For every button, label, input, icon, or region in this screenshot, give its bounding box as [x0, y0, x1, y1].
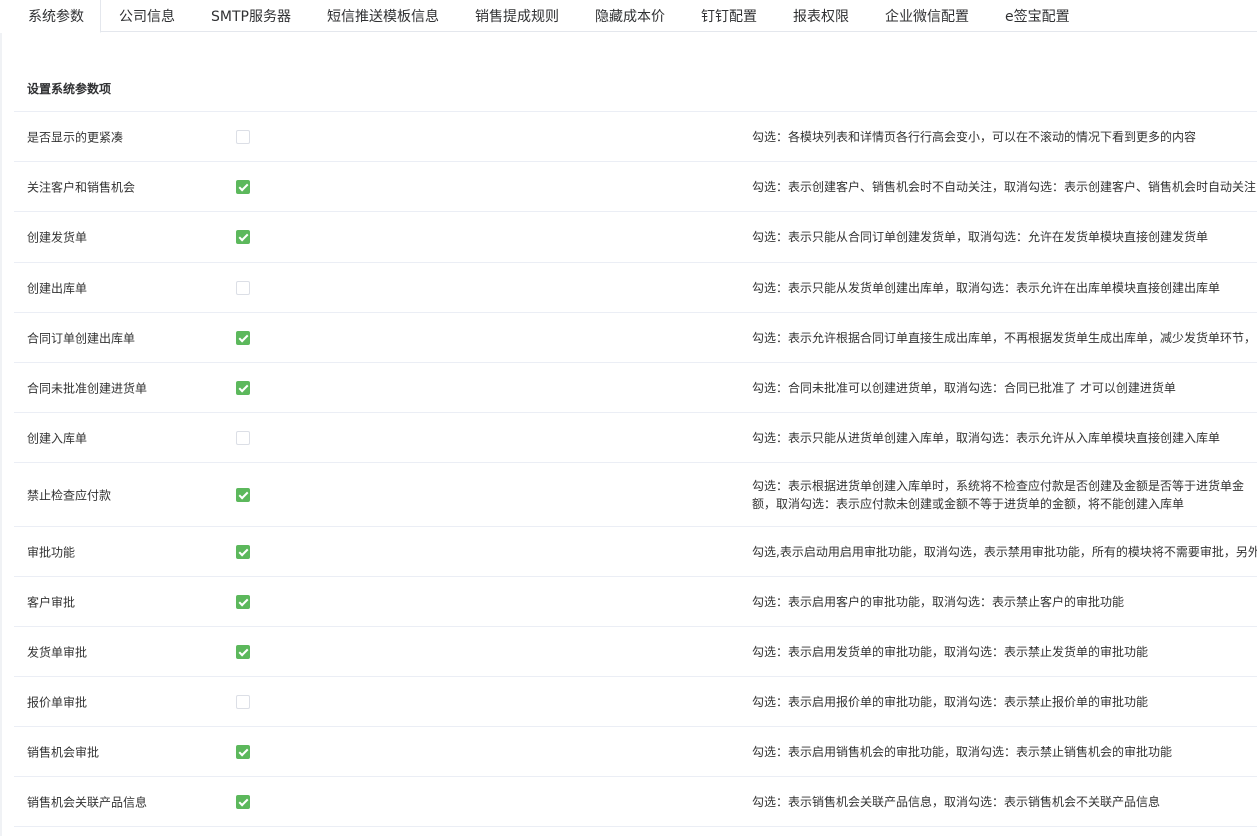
setting-label: 创建入库单 [27, 431, 88, 445]
settings-tab-bar: 系统参数 公司信息 SMTP服务器 短信推送模板信息 销售提成规则 隐藏成本价 … [0, 0, 1257, 33]
setting-label: 销售机会审批 [27, 745, 100, 759]
setting-label: 创建发货单 [27, 230, 88, 245]
setting-checkbox[interactable] [236, 330, 250, 345]
setting-label: 审批功能 [27, 545, 76, 559]
setting-row: 发货单审批 勾选：表示启用发货单的审批功能，取消勾选：表示禁止发货单的审批功能 [14, 627, 1257, 677]
setting-row: 合同未批准创建进货单 勾选：合同未批准可以创建进货单，取消勾选：合同已批准了 才… [14, 363, 1257, 413]
setting-row: 禁止检查应付款 勾选：表示根据进货单创建入库单时，系统将不检查应付款是否创建及金… [14, 463, 1257, 527]
setting-label: 销售机会关联产品信息 [27, 795, 148, 809]
setting-description: 勾选：表示只能从进货单创建入库单，取消勾选：表示允许从入库单模块直接创建入库单 [752, 430, 1221, 445]
setting-checkbox[interactable] [236, 129, 250, 144]
setting-description: 勾选：表示根据进货单创建入库单时，系统将不检查应付款是否创建及金额是否等于进货单… [752, 478, 1245, 511]
tab-smtp-server[interactable]: SMTP服务器 [193, 0, 309, 32]
setting-row: 合同订单创建出库单 勾选：表示允许根据合同订单直接生成出库单，不再根据发货单生成… [14, 313, 1257, 363]
setting-description: 勾选：合同未批准可以创建进货单，取消勾选：合同已批准了 才可以创建进货单 [752, 380, 1176, 395]
setting-label: 报价单审批 [27, 695, 88, 709]
setting-description: 勾选：表示只能从合同订单创建发货单，取消勾选：允许在发货单模块直接创建发货单 [752, 230, 1209, 244]
setting-row: 销售机会关联产品信息 勾选：表示销售机会关联产品信息，取消勾选：表示销售机会不关… [14, 777, 1257, 827]
setting-description: 勾选：表示创建客户、销售机会时不自动关注，取消勾选：表示创建客户、销售机会时自动… [752, 179, 1257, 194]
setting-description: 勾选,表示启动用启用审批功能，取消勾选，表示禁用审批功能，所有的模块将不需要审批… [752, 544, 1257, 559]
setting-checkbox[interactable] [236, 280, 250, 295]
setting-description: 勾选：表示启用客户的审批功能，取消勾选：表示禁止客户的审批功能 [752, 594, 1125, 609]
left-edge-divider [0, 0, 2, 836]
setting-label: 是否显示的更紧凑 [27, 130, 124, 144]
setting-checkbox[interactable] [236, 594, 250, 609]
setting-checkbox[interactable] [236, 487, 250, 502]
tab-company-info[interactable]: 公司信息 [101, 0, 193, 32]
setting-label: 客户审批 [27, 595, 76, 609]
setting-row: 销售机会审批 勾选：表示启用销售机会的审批功能，取消勾选：表示禁止销售机会的审批… [14, 727, 1257, 777]
setting-row: 创建发货单 勾选：表示只能从合同订单创建发货单，取消勾选：允许在发货单模块直接创… [14, 212, 1257, 263]
setting-label: 合同订单创建出库单 [27, 331, 136, 345]
setting-label: 合同未批准创建进货单 [27, 381, 148, 395]
system-settings-page: 系统参数 公司信息 SMTP服务器 短信推送模板信息 销售提成规则 隐藏成本价 … [0, 0, 1257, 836]
tab-hide-cost-price[interactable]: 隐藏成本价 [577, 0, 683, 32]
setting-checkbox[interactable] [236, 179, 250, 194]
setting-row: 创建出库单 勾选：表示只能从发货单创建出库单，取消勾选：表示允许在出库单模块直接… [14, 263, 1257, 313]
setting-description: 勾选：各模块列表和详情页各行行高会变小，可以在不滚动的情况下看到更多的内容 [752, 129, 1197, 144]
setting-description: 勾选：表示只能从发货单创建出库单，取消勾选：表示允许在出库单模块直接创建出库单 [752, 280, 1221, 295]
setting-checkbox[interactable] [236, 380, 250, 395]
setting-row: 审批功能 勾选,表示启动用启用审批功能，取消勾选，表示禁用审批功能，所有的模块将… [14, 527, 1257, 577]
setting-checkbox[interactable] [236, 230, 250, 244]
setting-checkbox[interactable] [236, 544, 250, 559]
tab-sms-template[interactable]: 短信推送模板信息 [309, 0, 457, 32]
setting-row: 客户审批 勾选：表示启用客户的审批功能，取消勾选：表示禁止客户的审批功能 [14, 577, 1257, 627]
setting-description: 勾选：表示允许根据合同订单直接生成出库单，不再根据发货单生成出库单，减少发货单环… [752, 330, 1257, 345]
setting-checkbox[interactable] [236, 694, 250, 709]
setting-checkbox[interactable] [236, 430, 250, 445]
tab-dingtalk-config[interactable]: 钉钉配置 [683, 0, 775, 32]
setting-checkbox[interactable] [236, 644, 250, 659]
tab-report-permissions[interactable]: 报表权限 [775, 0, 867, 32]
setting-checkbox[interactable] [236, 744, 250, 759]
setting-description: 勾选：表示启用报价单的审批功能，取消勾选：表示禁止报价单的审批功能 [752, 694, 1149, 709]
setting-row: 报价单审批 勾选：表示启用报价单的审批功能，取消勾选：表示禁止报价单的审批功能 [14, 677, 1257, 727]
setting-label: 禁止检查应付款 [27, 488, 112, 502]
setting-checkbox[interactable] [236, 794, 250, 809]
setting-row: 是否显示的更紧凑 勾选：各模块列表和详情页各行行高会变小，可以在不滚动的情况下看… [14, 112, 1257, 162]
section-title: 设置系统参数项 [27, 82, 112, 96]
setting-description: 勾选：表示启用发货单的审批功能，取消勾选：表示禁止发货单的审批功能 [752, 644, 1149, 659]
setting-description: 勾选：表示销售机会关联产品信息，取消勾选：表示销售机会不关联产品信息 [752, 794, 1161, 809]
tab-esign-config[interactable]: e签宝配置 [987, 0, 1088, 32]
setting-label: 发货单审批 [27, 645, 88, 659]
setting-label: 关注客户和销售机会 [27, 180, 136, 194]
settings-list: 是否显示的更紧凑 勾选：各模块列表和详情页各行行高会变小，可以在不滚动的情况下看… [14, 112, 1257, 827]
setting-label: 创建出库单 [27, 281, 88, 295]
setting-row: 创建入库单 勾选：表示只能从进货单创建入库单，取消勾选：表示允许从入库单模块直接… [14, 413, 1257, 463]
tab-wecom-config[interactable]: 企业微信配置 [867, 0, 987, 32]
setting-description: 勾选：表示启用销售机会的审批功能，取消勾选：表示禁止销售机会的审批功能 [752, 744, 1173, 759]
tab-sales-commission[interactable]: 销售提成规则 [457, 0, 577, 32]
setting-row: 关注客户和销售机会 勾选：表示创建客户、销售机会时不自动关注，取消勾选：表示创建… [14, 162, 1257, 212]
tab-system-params[interactable]: 系统参数 [0, 0, 101, 33]
